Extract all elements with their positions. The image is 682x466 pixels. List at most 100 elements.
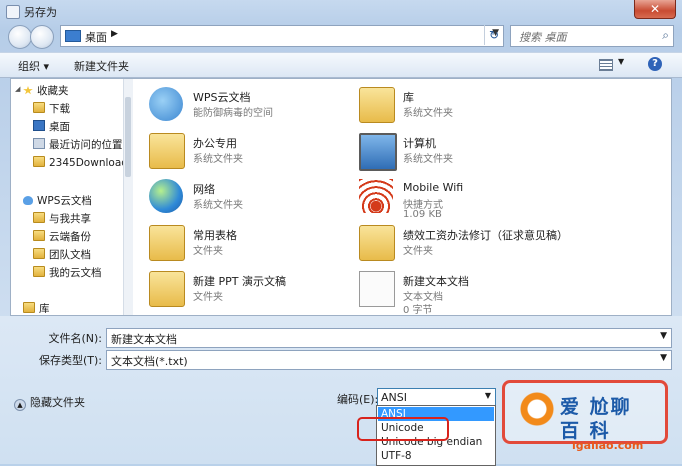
sidebar-item-recent[interactable]: 最近访问的位置 (33, 137, 123, 153)
highlight-annotation (357, 417, 449, 441)
file-item-performance-pay[interactable]: 绩效工资办法修订（征求意见稿） 文件夹 (345, 219, 605, 271)
chevron-down-icon[interactable]: ▼ (485, 391, 491, 400)
browser-pane: ◢ 收藏夹 下载 桌面 最近访问的位置 2345Download- WPS云文档… (10, 78, 672, 316)
search-input[interactable]: 搜索 桌面 (519, 29, 567, 45)
address-bar[interactable]: 桌面 ▶ ▼ (60, 25, 504, 47)
folder-icon (33, 156, 45, 167)
file-type: 文件夹 (193, 246, 223, 257)
expand-icon[interactable]: ◢ (15, 85, 23, 93)
folder-icon (33, 212, 45, 223)
computer-icon (359, 133, 397, 171)
desktop-icon (33, 120, 45, 131)
recent-places-icon (33, 138, 45, 149)
address-location[interactable]: 桌面 (85, 29, 107, 45)
sidebar-item-label: 桌面 (49, 121, 70, 133)
sidebar-item-label: 库 (39, 303, 50, 313)
file-item-new-text-doc[interactable]: 新建文本文档 文本文档 0 字节 (345, 265, 605, 317)
sidebar-item-shared[interactable]: 与我共享 (33, 211, 91, 227)
sidebar-scrollbar[interactable] (123, 79, 133, 315)
filetype-label: 保存类型(T): (38, 354, 102, 367)
sidebar-item-2345download[interactable]: 2345Download- (33, 155, 132, 171)
folder-icon (33, 266, 45, 277)
file-name: 新建 PPT 演示文稿 (193, 275, 286, 288)
sidebar-item-libraries[interactable]: 库 (23, 301, 50, 313)
file-type: 系统文件夹 (403, 154, 453, 165)
file-type: 能防御病毒的空间 (193, 108, 273, 119)
text-document-icon (359, 271, 395, 307)
search-icon[interactable]: ⌕ (662, 28, 669, 43)
filename-value[interactable]: 新建文本文档 (111, 331, 177, 347)
navigation-pane: ◢ 收藏夹 下载 桌面 最近访问的位置 2345Download- WPS云文档… (11, 79, 133, 315)
file-name: WPS云文档 (193, 91, 251, 104)
chevron-up-icon: ▲ (14, 399, 26, 411)
sidebar-item-wps-cloud[interactable]: WPS云文档 (23, 193, 92, 209)
file-type: 文件夹 (193, 292, 223, 303)
sidebar-item-favorites[interactable]: 收藏夹 (23, 83, 69, 99)
filetype-value[interactable]: 文本文档(*.txt) (111, 353, 188, 369)
notepad-icon (6, 5, 20, 19)
folder-icon (33, 230, 45, 241)
folder-icon (149, 225, 185, 261)
command-bar: 组织 ▾ 新建文件夹 ▼ ? (0, 52, 682, 78)
file-type: 系统文件夹 (193, 200, 243, 211)
encoding-label: 编码(E): (337, 393, 379, 406)
folder-icon (33, 248, 45, 259)
wifi-shortcut-icon (359, 179, 393, 213)
forward-button[interactable] (30, 25, 54, 49)
file-type: 系统文件夹 (193, 154, 243, 165)
watermark-logo-icon (520, 392, 554, 426)
filetype-select[interactable]: 文本文档(*.txt) ▼ (106, 350, 672, 370)
folder-icon (33, 102, 45, 113)
watermark-url: igaliao.com (572, 439, 644, 452)
views-dropdown-icon[interactable]: ▼ (618, 57, 624, 66)
file-name: 计算机 (403, 137, 436, 150)
folder-icon (149, 271, 185, 307)
chevron-right-icon[interactable]: ▶ (111, 29, 118, 39)
cloud-icon (149, 87, 183, 121)
folder-icon (359, 225, 395, 261)
sidebar-item-cloud-backup[interactable]: 云端备份 (33, 229, 91, 245)
file-item-mobile-wifi[interactable]: Mobile Wifi 快捷方式 1.09 KB (345, 173, 605, 225)
watermark-text: 爱 尬聊 (560, 396, 632, 418)
chevron-down-icon[interactable]: ▼ (660, 353, 667, 363)
filename-field[interactable]: 新建文本文档 ▼ (106, 328, 672, 348)
search-box[interactable]: 搜索 桌面 ⌕ (510, 25, 674, 47)
file-list: WPS云文档 能防御病毒的空间 库 系统文件夹 办公专用 系统文件夹 计算机 系… (135, 79, 671, 317)
network-icon (149, 179, 183, 213)
file-item-libraries[interactable]: 库 系统文件夹 (345, 81, 605, 133)
sidebar-item-label: 收藏夹 (37, 85, 69, 97)
file-type: 系统文件夹 (403, 108, 453, 119)
sidebar-item-label: 我的云文档 (49, 267, 102, 279)
star-icon (23, 86, 33, 95)
sidebar-item-team-docs[interactable]: 团队文档 (33, 247, 91, 263)
sidebar-item-label: 2345Download- (49, 157, 132, 169)
sidebar-item-my-cloud-docs[interactable]: 我的云文档 (33, 265, 102, 281)
filename-label: 文件名(N): (48, 332, 102, 345)
help-icon[interactable]: ? (648, 57, 662, 71)
back-button[interactable] (8, 25, 32, 49)
file-item-computer[interactable]: 计算机 系统文件夹 (345, 127, 605, 179)
chevron-down-icon[interactable]: ▼ (660, 331, 667, 341)
sidebar-item-downloads[interactable]: 下载 (33, 101, 70, 117)
encoding-value[interactable]: ANSI (381, 391, 407, 404)
file-name: Mobile Wifi (403, 181, 464, 194)
cloud-icon (23, 196, 33, 205)
sidebar-item-label: 最近访问的位置 (49, 139, 123, 151)
file-type: 文件夹 (403, 246, 433, 257)
sidebar-item-label: 团队文档 (49, 249, 91, 261)
desktop-icon (65, 30, 81, 42)
save-as-dialog: 另存为 ✕ 桌面 ▶ ▼ ↻ 搜索 桌面 ⌕ 组织 ▾ 新建文件夹 ▼ ? ◢ … (0, 0, 682, 466)
close-button[interactable]: ✕ (634, 0, 676, 19)
organize-button[interactable]: 组织 ▾ (18, 58, 49, 74)
hide-folders-label: 隐藏文件夹 (30, 396, 85, 409)
refresh-icon[interactable]: ↻ (484, 25, 503, 45)
library-icon (23, 302, 35, 313)
hide-folders-button[interactable]: ▲ 隐藏文件夹 (14, 394, 85, 411)
new-folder-button[interactable]: 新建文件夹 (74, 58, 129, 74)
file-name: 网络 (193, 183, 215, 196)
encoding-option-utf8[interactable]: UTF-8 (378, 449, 494, 463)
file-name: 新建文本文档 (403, 275, 469, 288)
scrollbar-thumb[interactable] (125, 97, 131, 177)
views-icon[interactable] (599, 59, 613, 71)
sidebar-item-desktop[interactable]: 桌面 (33, 119, 70, 135)
